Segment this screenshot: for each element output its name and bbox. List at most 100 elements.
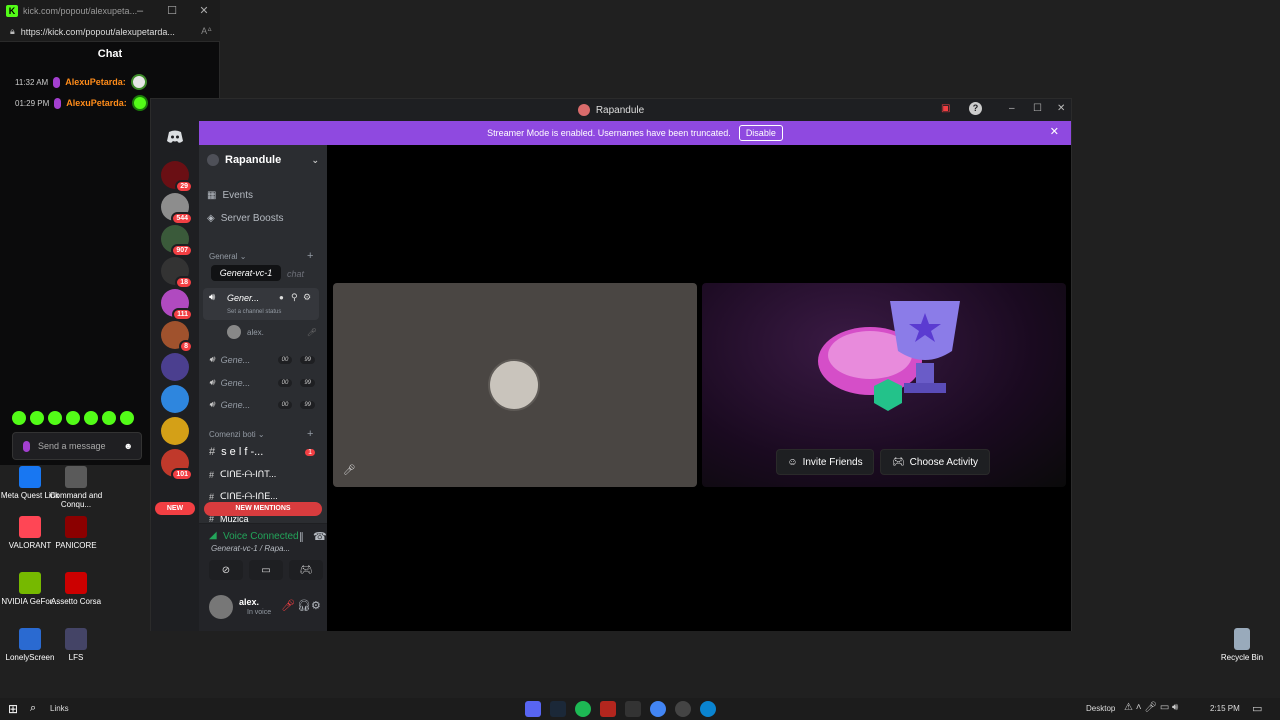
maximize-icon[interactable]: ☐: [162, 0, 182, 22]
voice-connected-label[interactable]: Voice Connected: [223, 531, 299, 542]
desktop-toolbar[interactable]: Desktop: [1086, 704, 1115, 713]
menu-events[interactable]: ▦ Events: [207, 190, 253, 201]
notification-icon[interactable]: ▭: [1252, 702, 1262, 715]
krisp-icon[interactable]: ∥: [299, 532, 304, 543]
close-icon[interactable]: ✕: [1050, 125, 1059, 138]
disconnect-icon[interactable]: ☎: [313, 530, 327, 543]
screen-share-button[interactable]: ▭: [249, 560, 283, 580]
edge-taskbar-icon[interactable]: [700, 701, 716, 717]
close-icon[interactable]: ✕: [1057, 103, 1065, 114]
spotify-taskbar-icon[interactable]: [575, 701, 591, 717]
text-channel[interactable]: # ᑕIᑎE-ᗩ-IᑎT...: [209, 469, 276, 480]
desktop-icon-recycle-bin[interactable]: Recycle Bin: [1212, 628, 1272, 662]
system-tray-icons[interactable]: ⚠ ˄ 🎤︎ ▭ 🔊︎: [1124, 702, 1178, 713]
app-taskbar-icon[interactable]: [675, 701, 691, 717]
headset-icon[interactable]: 🎧︎: [297, 599, 311, 612]
discord-taskbar-icon[interactable]: [525, 701, 541, 717]
user-video-tile[interactable]: 🎤︎: [333, 283, 697, 487]
search-icon[interactable]: ⌕: [30, 702, 36, 715]
inbox-icon[interactable]: ▣: [941, 103, 950, 114]
emote-icon[interactable]: [66, 411, 80, 425]
add-channel-icon[interactable]: +: [307, 428, 313, 440]
server-icon[interactable]: 8: [161, 321, 193, 353]
app-taskbar-icon[interactable]: [600, 701, 616, 717]
search-box[interactable]: Links: [50, 704, 69, 713]
new-unreads-pill[interactable]: NEW: [155, 502, 195, 515]
server-icon[interactable]: [161, 417, 189, 445]
emote-bar[interactable]: [12, 411, 134, 425]
url-bar[interactable]: 🔒︎ https://kick.com/popout/alexupetarda.…: [0, 22, 220, 42]
voice-channel[interactable]: 🔊︎ Gene... 00 99: [209, 399, 315, 410]
new-mentions-button[interactable]: NEW MENTIONS: [204, 502, 322, 516]
chat-username[interactable]: AlexuPetarda:: [65, 77, 126, 87]
camera-off-button[interactable]: ⊘: [209, 560, 243, 580]
invite-friends-button[interactable]: ☺ Invite Friends: [776, 449, 874, 475]
text-channel[interactable]: # s e l f -... 1: [209, 446, 315, 458]
voice-channel[interactable]: 🔊︎ Gene... 00 99: [209, 354, 315, 365]
text-channel[interactable]: # ᑕIᑎE-ᗩ-IᑎE...: [209, 491, 278, 502]
emote-icon[interactable]: [102, 411, 116, 425]
emote-icon[interactable]: [120, 411, 134, 425]
user-count: 00: [277, 400, 293, 409]
gear-icon[interactable]: ⚙: [303, 292, 311, 303]
emoji-icon[interactable]: ☻: [124, 441, 133, 451]
server-icon[interactable]: [161, 353, 189, 381]
send-message-input[interactable]: Send a message ☻: [12, 432, 142, 460]
help-icon[interactable]: ?: [969, 102, 982, 115]
mention-badge: 544: [171, 212, 193, 225]
server-icon[interactable]: 111: [161, 289, 193, 321]
server-icon[interactable]: 29: [161, 161, 193, 193]
emote-icon[interactable]: [12, 411, 26, 425]
emote-icon[interactable]: [48, 411, 62, 425]
desktop-icon-assetto-corsa[interactable]: Assetto Corsa: [46, 572, 106, 606]
mic-muted-icon: 🎤︎: [343, 465, 356, 476]
nvidia-icon: [19, 572, 41, 594]
minimize-icon[interactable]: –: [130, 0, 150, 22]
minimize-icon[interactable]: –: [1009, 103, 1015, 114]
avatar[interactable]: [209, 595, 233, 619]
voice-user[interactable]: alex. 🎤︎: [227, 325, 317, 339]
disable-streamer-button[interactable]: Disable: [738, 125, 783, 141]
desktop-icon-panicore[interactable]: PANICORE: [46, 516, 106, 550]
voice-user-name: alex.: [247, 327, 264, 337]
chat-username[interactable]: AlexuPetarda:: [66, 98, 127, 108]
desktop-icon-lfs[interactable]: LFS: [46, 628, 106, 662]
server-icon[interactable]: 544: [161, 193, 193, 225]
voice-channel[interactable]: 🔊︎ Gene... 00 99: [209, 377, 315, 388]
voice-location[interactable]: Generat-vc-1 / Rapa...: [211, 544, 290, 553]
menu-label: Events: [222, 190, 254, 201]
close-icon[interactable]: ✕: [194, 0, 214, 22]
discord-home-icon[interactable]: [161, 123, 189, 151]
server-icon[interactable]: [161, 385, 189, 413]
steam-taskbar-icon[interactable]: [550, 701, 566, 717]
server-icon[interactable]: 101: [161, 449, 193, 481]
add-channel-icon[interactable]: +: [307, 250, 313, 262]
server-header[interactable]: Rapandule ⌄: [207, 154, 319, 166]
invite-icon[interactable]: ⚲: [291, 292, 298, 303]
url-text[interactable]: https://kick.com/popout/alexupetarda...: [21, 27, 175, 37]
active-voice-channel[interactable]: 🔊︎ Gener... ● ⚲ ⚙ Set a channel status: [203, 288, 319, 320]
maximize-icon[interactable]: ☐: [1033, 103, 1042, 114]
category-bots[interactable]: Comenzi boti ⌄: [209, 430, 265, 439]
server-icon[interactable]: 18: [161, 257, 193, 289]
speaker-icon: 🔊︎: [209, 292, 216, 303]
choose-activity-button[interactable]: 🎮︎ Choose Activity: [880, 449, 990, 475]
chrome-taskbar-icon[interactable]: [650, 701, 666, 717]
channel-name: ᑕIᑎE-ᗩ-IᑎT...: [220, 469, 277, 479]
emote-icon[interactable]: [30, 411, 44, 425]
menu-server-boosts[interactable]: ◈ Server Boosts: [207, 213, 284, 224]
channel-status[interactable]: Set a channel status: [227, 309, 281, 315]
server-icon[interactable]: 907: [161, 225, 193, 257]
clock[interactable]: 2:15 PM: [1210, 704, 1240, 713]
activity-button[interactable]: 🎮︎: [289, 560, 323, 580]
desktop-icon-command-conquer[interactable]: Command and Conqu...: [46, 466, 106, 509]
category-general[interactable]: General ⌄: [209, 252, 246, 261]
emote-icon[interactable]: [84, 411, 98, 425]
reader-icon[interactable]: Aᐞ: [201, 26, 212, 37]
gear-icon[interactable]: ⚙: [311, 599, 321, 612]
mic-muted-icon[interactable]: 🎤︎: [281, 599, 295, 612]
kick-logo-icon: K: [6, 5, 18, 17]
app-taskbar-icon[interactable]: [625, 701, 641, 717]
windows-start-icon[interactable]: ⊞: [8, 702, 18, 716]
chat-icon[interactable]: ●: [279, 293, 284, 302]
